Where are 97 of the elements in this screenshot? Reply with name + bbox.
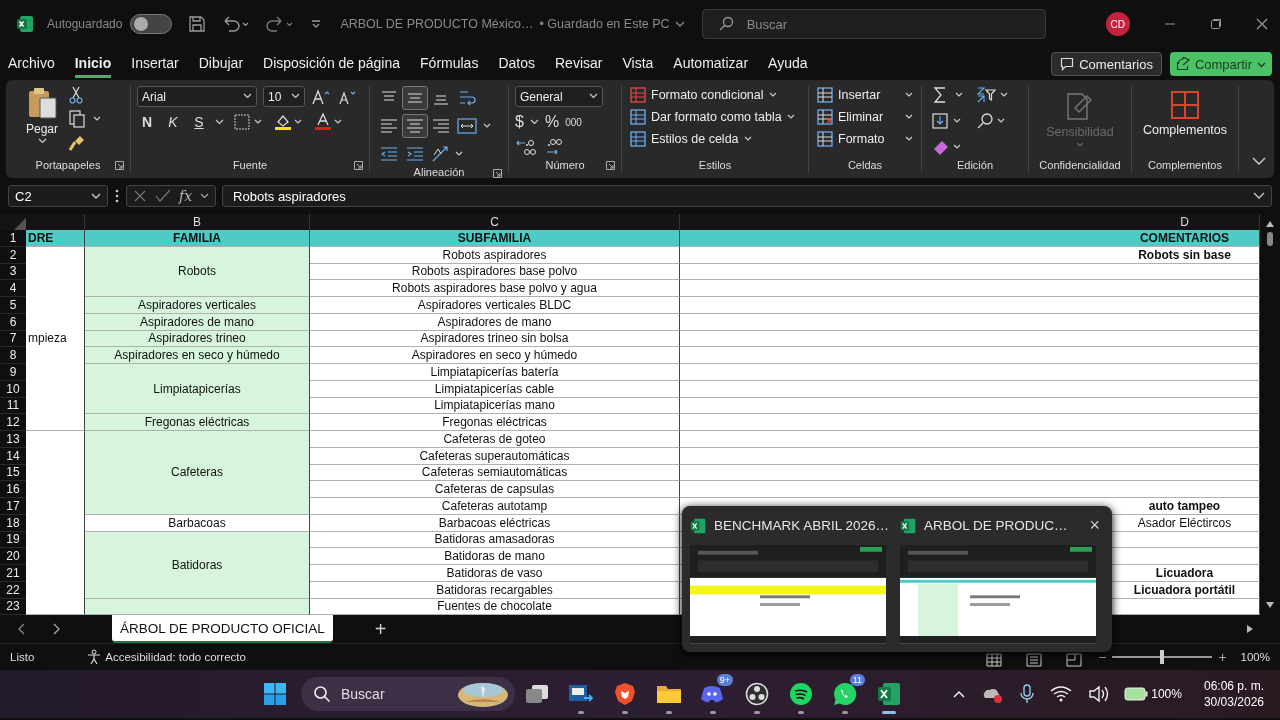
- column-header[interactable]: B: [85, 214, 310, 230]
- thousands-button[interactable]: 000: [565, 116, 582, 128]
- table-cell: Robots aspiradores base polvo y agua: [310, 280, 680, 297]
- percent-button[interactable]: %: [544, 113, 560, 131]
- table-cell: Batidoras: [85, 531, 310, 599]
- row-header[interactable]: 16: [0, 481, 26, 498]
- group-label: Complementos: [1148, 159, 1222, 171]
- autosave-label: Autoguardado: [47, 17, 123, 31]
- group-label: Confidencialidad: [1039, 159, 1121, 171]
- table-cell: Fregonas eléctricas: [310, 414, 680, 431]
- font-size-dropdown[interactable]: 10: [263, 86, 305, 107]
- document-title[interactable]: ARBOL DE PRODUCTO México…: [340, 17, 534, 31]
- table-cell: COMENTARIOS: [680, 230, 1260, 247]
- ribbon-tab[interactable]: Disposición de página: [263, 50, 401, 78]
- insert-function-button[interactable]: fx: [179, 188, 193, 204]
- add-ins-button[interactable]: Complementos: [1142, 86, 1228, 137]
- clock-time[interactable]: 06:06 p. m.: [1203, 679, 1264, 694]
- table-cell: Cafeteras autotamp: [310, 498, 680, 515]
- table-cell: mpieza: [26, 246, 85, 431]
- user-avatar[interactable]: CD: [1105, 12, 1130, 36]
- table-cell: SUBFAMILIA: [310, 230, 680, 247]
- column-header[interactable]: C: [310, 214, 680, 230]
- table-cell: Cafeteras de goteo: [310, 431, 680, 448]
- zoom-in-button[interactable]: +: [1218, 649, 1227, 666]
- group-label: Edición: [956, 159, 994, 171]
- font-family-dropdown[interactable]: Arial: [137, 86, 257, 107]
- accessibility-status[interactable]: Accesibilidad: todo correcto: [105, 651, 246, 664]
- add-sheet-button[interactable]: +: [374, 617, 387, 641]
- cells-button[interactable]: Formato: [815, 130, 915, 148]
- cells-button[interactable]: Eliminar: [815, 108, 915, 126]
- row-header[interactable]: 13: [0, 431, 26, 448]
- table-cell: Limpiatapicerías batería: [310, 364, 680, 381]
- window-title: ARBOL DE PRODUC…: [924, 518, 1068, 534]
- table-cell: Cafeteras: [85, 431, 310, 515]
- notification-badge: 11: [849, 674, 865, 687]
- formula-input[interactable]: Robots aspiradores: [222, 185, 1272, 207]
- clock-date[interactable]: 30/03/2026: [1203, 695, 1264, 710]
- table-cell: Cafeteras de capsulas: [310, 481, 680, 498]
- zoom-level[interactable]: 100%: [1240, 651, 1270, 664]
- name-box[interactable]: C2: [8, 185, 108, 207]
- paste-button[interactable]: Pegar: [26, 86, 59, 145]
- currency-button[interactable]: $: [515, 113, 524, 131]
- row-header[interactable]: 4: [0, 280, 26, 297]
- row-header[interactable]: 12: [0, 414, 26, 431]
- sheet-tab[interactable]: ÁRBOL DE PRODUCTO OFICIAL: [112, 615, 333, 644]
- row-header[interactable]: 9: [0, 364, 26, 381]
- table-cell: FAMILIA: [85, 230, 310, 247]
- row-header[interactable]: 1: [0, 230, 26, 247]
- ribbon-tab[interactable]: Fórmulas: [420, 50, 479, 78]
- table-cell: Batidoras de mano: [310, 548, 680, 565]
- column-header[interactable]: D: [680, 214, 1260, 230]
- cells-button[interactable]: Insertar: [815, 86, 915, 104]
- group-label: Portapapeles: [35, 159, 101, 171]
- styles-button[interactable]: Formato condicional: [628, 86, 779, 104]
- row-header[interactable]: 17: [0, 498, 26, 515]
- ribbon-tab[interactable]: Inicio: [74, 50, 112, 78]
- row-header[interactable]: 20: [0, 548, 26, 565]
- table-cell: Aspiradores verticales BLDC: [310, 297, 680, 314]
- table-cell: Aspiradores verticales: [85, 297, 310, 314]
- ribbon-tab[interactable]: Datos: [498, 50, 535, 78]
- group-label: Fuente: [232, 159, 268, 171]
- battery-percent[interactable]: 100%: [1151, 687, 1182, 702]
- group-label: Número: [545, 159, 585, 171]
- table-cell: DRE: [26, 230, 85, 247]
- status-text: Listo: [10, 651, 35, 664]
- ribbon-tab[interactable]: Automatizar: [673, 50, 749, 78]
- window-title: BENCHMARK ABRIL 2026…: [714, 518, 890, 534]
- table-cell: Fregonas eléctricas: [85, 414, 310, 431]
- notification-badge: 9+: [716, 674, 733, 687]
- ribbon-tab[interactable]: Insertar: [131, 50, 179, 78]
- table-cell: Batidoras de vaso: [310, 565, 680, 582]
- bold-button[interactable]: N: [137, 114, 157, 130]
- zoom-out-button[interactable]: −: [1098, 649, 1107, 666]
- table-cell: Aspiradores en seco y húmedo: [85, 347, 310, 364]
- group-label: Alineación: [413, 166, 465, 178]
- group-label: Celdas: [847, 159, 883, 171]
- table-cell: Limpiatapicerías: [85, 364, 310, 415]
- row-header[interactable]: 8: [0, 347, 26, 364]
- ribbon-tab[interactable]: Revisar: [555, 50, 603, 78]
- number-format-dropdown[interactable]: General: [515, 86, 603, 107]
- ribbon-tab[interactable]: Ayuda: [768, 50, 808, 78]
- table-cell: Robots: [85, 246, 310, 297]
- save-status[interactable]: • Guardado en Este PC: [539, 17, 670, 31]
- ribbon-tab[interactable]: Dibujar: [198, 50, 244, 78]
- underline-button[interactable]: S: [189, 114, 209, 130]
- ribbon-tab[interactable]: Vista: [622, 50, 654, 78]
- ribbon-tab[interactable]: Archivo: [8, 50, 55, 78]
- styles-button[interactable]: Dar formato como tabla: [628, 108, 797, 126]
- styles-button[interactable]: Estilos de celda: [628, 130, 754, 148]
- italic-button[interactable]: K: [163, 114, 183, 130]
- search-field[interactable]: Buscar: [701, 9, 1046, 39]
- table-cell: Aspiradores en seco y húmedo: [310, 347, 680, 364]
- share-button[interactable]: Compartir: [1169, 52, 1272, 76]
- group-label: Estilos: [698, 159, 732, 171]
- row-header[interactable]: 5: [0, 297, 26, 314]
- comments-button[interactable]: Comentarios: [1051, 52, 1162, 76]
- row-header[interactable]: 21: [0, 565, 26, 582]
